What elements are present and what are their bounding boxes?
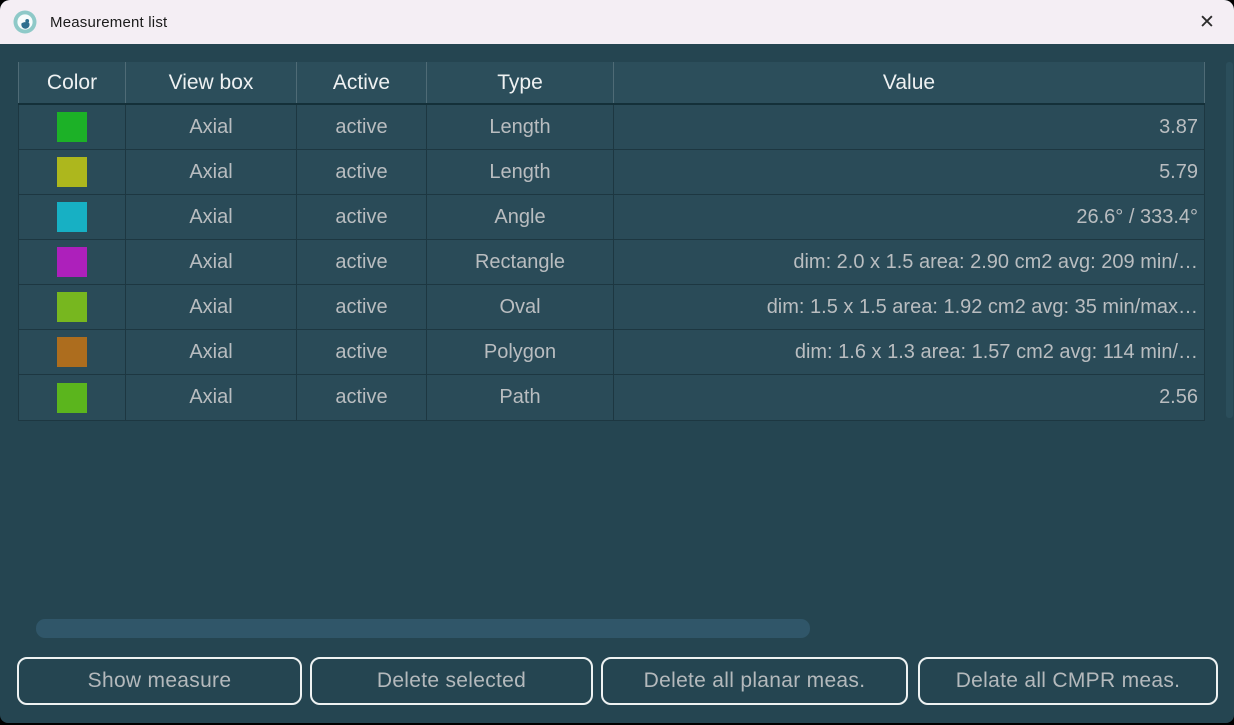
cell-view-box: Axial <box>126 285 297 329</box>
cell-color <box>19 105 126 149</box>
column-header-active[interactable]: Active <box>297 62 427 103</box>
cell-color <box>19 150 126 194</box>
cell-active: active <box>297 240 427 284</box>
cell-value: 2.56 <box>614 375 1205 420</box>
cell-active: active <box>297 150 427 194</box>
delete-all-cmpr-button[interactable]: Delate all CMPR meas. <box>918 657 1218 705</box>
table-row[interactable]: Axial active Length 3.87 <box>19 105 1205 150</box>
table-row[interactable]: Axial active Rectangle dim: 2.0 x 1.5 ar… <box>19 240 1205 285</box>
cell-type: Length <box>427 105 614 149</box>
measurement-list-window: Measurement list ✕ Color View box Active… <box>0 0 1234 723</box>
horizontal-scrollbar-thumb[interactable] <box>36 619 810 638</box>
measurement-table-body: Axial active Length 3.87 Axial active Le… <box>18 105 1205 421</box>
cell-active: active <box>297 375 427 420</box>
cell-type: Oval <box>427 285 614 329</box>
cell-active: active <box>297 105 427 149</box>
cell-color <box>19 330 126 374</box>
color-swatch <box>57 247 87 277</box>
column-header-value[interactable]: Value <box>614 62 1205 103</box>
cell-active: active <box>297 330 427 374</box>
cell-view-box: Axial <box>126 195 297 239</box>
delete-all-planar-button[interactable]: Delete all planar meas. <box>601 657 908 705</box>
cell-type: Path <box>427 375 614 420</box>
cell-type: Rectangle <box>427 240 614 284</box>
table-row[interactable]: Axial active Oval dim: 1.5 x 1.5 area: 1… <box>19 285 1205 330</box>
color-swatch <box>57 292 87 322</box>
cell-active: active <box>297 285 427 329</box>
column-header-view-box[interactable]: View box <box>126 62 297 103</box>
cell-type: Angle <box>427 195 614 239</box>
cell-view-box: Axial <box>126 150 297 194</box>
cell-value: dim: 1.6 x 1.3 area: 1.57 cm2 avg: 114 m… <box>614 330 1205 374</box>
cell-view-box: Axial <box>126 240 297 284</box>
color-swatch <box>57 337 87 367</box>
close-icon[interactable]: ✕ <box>1190 7 1224 37</box>
cell-value: 26.6° / 333.4° <box>614 195 1205 239</box>
column-header-type[interactable]: Type <box>427 62 614 103</box>
table-row[interactable]: Axial active Polygon dim: 1.6 x 1.3 area… <box>19 330 1205 375</box>
cell-color <box>19 285 126 329</box>
table-row[interactable]: Axial active Path 2.56 <box>19 375 1205 420</box>
title-bar[interactable]: Measurement list ✕ <box>0 0 1234 44</box>
table-row[interactable]: Axial active Length 5.79 <box>19 150 1205 195</box>
cell-color <box>19 375 126 420</box>
app-icon <box>13 10 37 34</box>
delete-selected-button[interactable]: Delete selected <box>310 657 593 705</box>
cell-value: 5.79 <box>614 150 1205 194</box>
vertical-scrollbar[interactable] <box>1226 62 1233 418</box>
show-measure-button[interactable]: Show measure <box>17 657 302 705</box>
cell-color <box>19 240 126 284</box>
color-swatch <box>57 202 87 232</box>
color-swatch <box>57 157 87 187</box>
cell-view-box: Axial <box>126 375 297 420</box>
cell-active: active <box>297 195 427 239</box>
measurement-table: Color View box Active Type Value Axial a… <box>18 62 1205 421</box>
window-title: Measurement list <box>50 14 167 31</box>
cell-view-box: Axial <box>126 105 297 149</box>
cell-value: dim: 1.5 x 1.5 area: 1.92 cm2 avg: 35 mi… <box>614 285 1205 329</box>
color-swatch <box>57 112 87 142</box>
color-swatch <box>57 383 87 413</box>
cell-value: dim: 2.0 x 1.5 area: 2.90 cm2 avg: 209 m… <box>614 240 1205 284</box>
cell-type: Polygon <box>427 330 614 374</box>
cell-view-box: Axial <box>126 330 297 374</box>
cell-color <box>19 195 126 239</box>
cell-value: 3.87 <box>614 105 1205 149</box>
table-header-row: Color View box Active Type Value <box>18 62 1205 103</box>
table-row[interactable]: Axial active Angle 26.6° / 333.4° <box>19 195 1205 240</box>
cell-type: Length <box>427 150 614 194</box>
column-header-color[interactable]: Color <box>19 62 126 103</box>
